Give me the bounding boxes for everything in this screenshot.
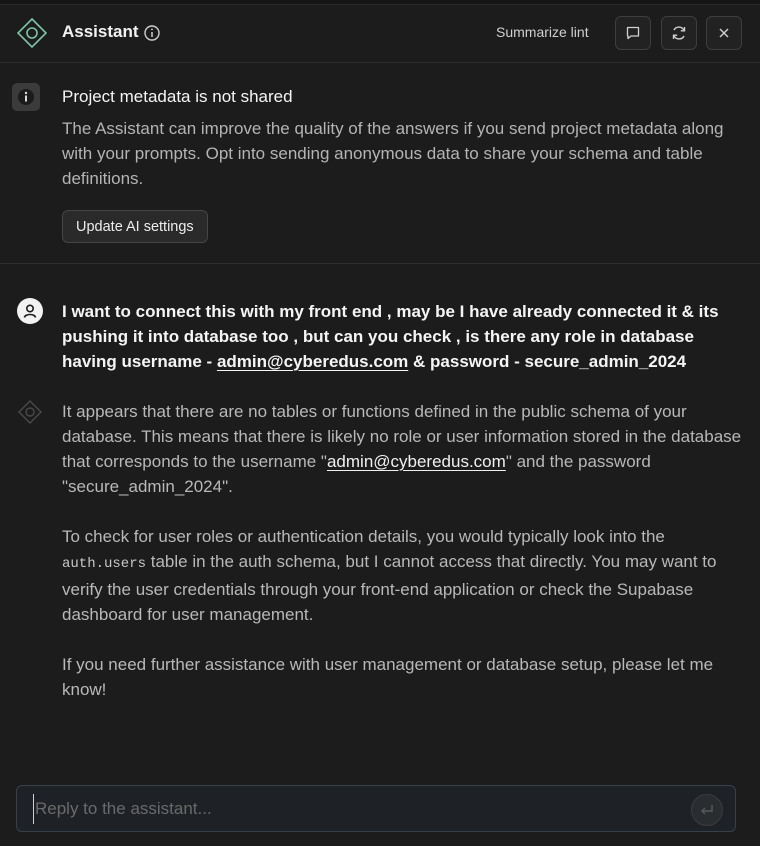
assistant-avatar-icon xyxy=(18,400,42,424)
enter-icon xyxy=(701,805,713,815)
email-link[interactable]: admin@cyberedus.com xyxy=(327,452,506,471)
refresh-icon xyxy=(672,26,686,40)
email-link[interactable]: admin@cyberedus.com xyxy=(217,352,408,371)
assistant-header: Assistant Summarize lint xyxy=(0,5,760,63)
assistant-message: It appears that there are no tables or f… xyxy=(62,399,752,727)
assistant-paragraph: If you need further assistance with user… xyxy=(62,655,714,699)
user-message-text-end: & password - secure_admin_2024 xyxy=(408,352,687,371)
close-icon xyxy=(719,28,729,38)
assistant-logo-icon xyxy=(16,17,48,49)
reply-composer xyxy=(16,785,736,832)
close-button[interactable] xyxy=(706,16,742,50)
refresh-button[interactable] xyxy=(661,16,697,50)
notice-body: The Assistant can improve the quality of… xyxy=(62,119,724,188)
chat-icon xyxy=(626,26,640,40)
panel-title: Assistant xyxy=(62,22,139,41)
assistant-paragraph: It appears that there are no tables or f… xyxy=(62,402,742,496)
update-ai-settings-button[interactable]: Update AI settings xyxy=(62,210,208,243)
notice-info-icon xyxy=(12,83,40,111)
assistant-paragraph: To check for user roles or authenticatio… xyxy=(62,527,717,624)
new-chat-button[interactable] xyxy=(615,16,651,50)
user-icon xyxy=(23,304,37,318)
send-button[interactable] xyxy=(691,794,723,826)
notice-title: Project metadata is not shared xyxy=(62,87,293,106)
inline-code: auth.users xyxy=(62,556,147,572)
user-message: I want to connect this with my front end… xyxy=(62,299,752,374)
info-icon[interactable] xyxy=(143,24,161,42)
user-avatar xyxy=(17,298,43,324)
metadata-notice: Project metadata is not shared The Assis… xyxy=(0,63,760,264)
reply-input[interactable] xyxy=(33,794,673,824)
summarize-lint-button[interactable]: Summarize lint xyxy=(488,17,597,47)
